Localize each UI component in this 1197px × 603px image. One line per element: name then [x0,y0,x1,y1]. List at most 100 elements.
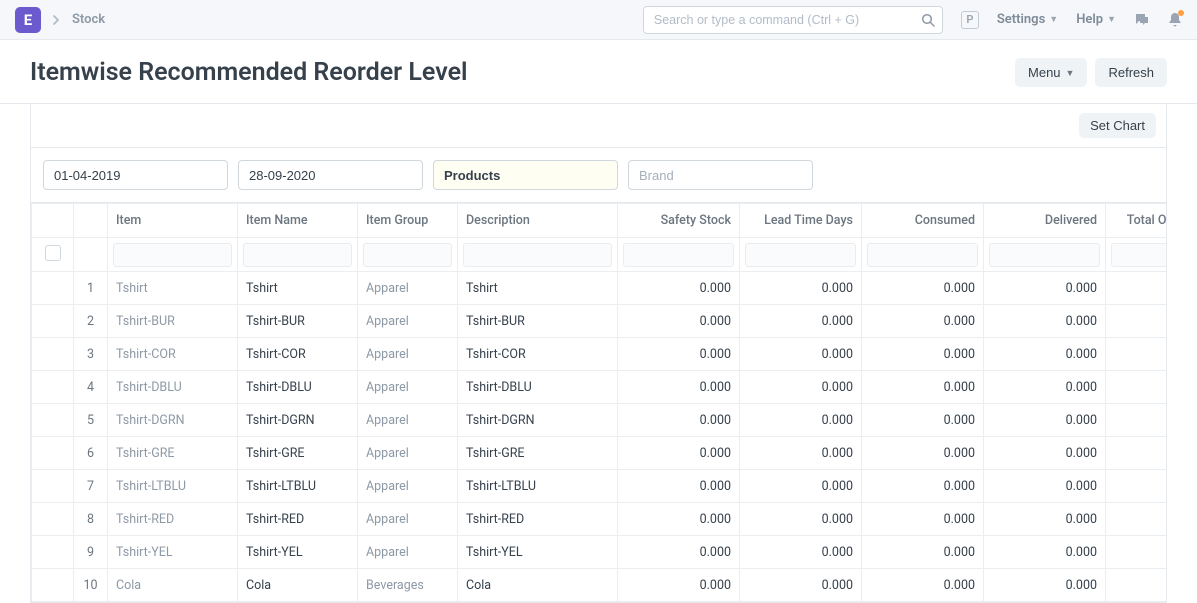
table-row[interactable]: 8Tshirt-REDTshirt-REDApparelTshirt-RED0.… [32,503,1167,536]
col-filter-consumed[interactable] [867,243,978,267]
cell-total-outgoing: 0.00 [1106,272,1167,305]
cell-item[interactable]: Tshirt-DGRN [108,404,238,437]
table-row[interactable]: 4Tshirt-DBLUTshirt-DBLUApparelTshirt-DBL… [32,371,1167,404]
cell-description: Tshirt-COR [458,338,618,371]
cell-safety-stock: 0.000 [618,437,740,470]
col-header-item-group[interactable]: Item Group [358,204,458,238]
row-checkbox-cell[interactable] [32,272,74,305]
cell-item[interactable]: Tshirt-YEL [108,536,238,569]
cell-lead-time-days: 0.000 [740,338,862,371]
row-index: 9 [74,536,108,569]
table-row[interactable]: 9Tshirt-YELTshirt-YELApparelTshirt-YEL0.… [32,536,1167,569]
cell-item[interactable]: Tshirt-BUR [108,305,238,338]
cell-delivered: 0.000 [984,305,1106,338]
row-checkbox-cell[interactable] [32,470,74,503]
row-checkbox-cell[interactable] [32,338,74,371]
table-row[interactable]: 7Tshirt-LTBLUTshirt-LTBLUApparelTshirt-L… [32,470,1167,503]
cell-item-name: Tshirt-YEL [238,536,358,569]
col-filter-delivered[interactable] [989,243,1100,267]
col-header-description[interactable]: Description [458,204,618,238]
brand-input[interactable] [628,160,813,190]
cell-item[interactable]: Tshirt-DBLU [108,371,238,404]
to-date-input[interactable] [238,160,423,190]
cell-item-group[interactable]: Apparel [358,338,458,371]
cell-item-group[interactable]: Apparel [358,305,458,338]
row-index: 1 [74,272,108,305]
menu-button[interactable]: Menu ▼ [1015,58,1087,87]
row-checkbox-cell[interactable] [32,404,74,437]
cell-safety-stock: 0.000 [618,371,740,404]
row-checkbox-cell[interactable] [32,569,74,602]
col-header-total-outgoing[interactable]: Total Outgoing [1106,204,1167,238]
col-filter-item-group[interactable] [363,243,452,267]
search-input[interactable] [643,6,943,34]
table-row[interactable]: 2Tshirt-BURTshirt-BURApparelTshirt-BUR0.… [32,305,1167,338]
caret-down-icon: ▼ [1049,14,1058,25]
col-filter-item[interactable] [113,243,232,267]
page-title: Itemwise Recommended Reorder Level [30,58,468,87]
cell-item-group[interactable]: Apparel [358,536,458,569]
col-filter-description[interactable] [463,243,612,267]
col-header-safety-stock[interactable]: Safety Stock [618,204,740,238]
table-row[interactable]: 5Tshirt-DGRNTshirt-DGRNApparelTshirt-DGR… [32,404,1167,437]
row-index: 4 [74,371,108,404]
cell-item-group[interactable]: Apparel [358,404,458,437]
cell-item[interactable]: Cola [108,569,238,602]
bell-icon[interactable] [1168,12,1182,28]
cell-item-group[interactable]: Apparel [358,272,458,305]
cell-item-group[interactable]: Apparel [358,503,458,536]
row-checkbox-cell[interactable] [32,503,74,536]
from-date-input[interactable] [43,160,228,190]
cell-description: Tshirt [458,272,618,305]
col-filter-safety-stock[interactable] [623,243,734,267]
row-index: 6 [74,437,108,470]
cell-delivered: 0.000 [984,338,1106,371]
cell-item-group[interactable]: Apparel [358,470,458,503]
cell-consumed: 0.000 [862,305,984,338]
cell-item-group[interactable]: Beverages [358,569,458,602]
col-header-consumed[interactable]: Consumed [862,204,984,238]
col-header-item-name[interactable]: Item Name [238,204,358,238]
set-chart-button[interactable]: Set Chart [1079,113,1156,138]
table-row[interactable]: 1TshirtTshirtApparelTshirt0.0000.0000.00… [32,272,1167,305]
table-row[interactable]: 6Tshirt-GRETshirt-GREApparelTshirt-GRE0.… [32,437,1167,470]
cell-safety-stock: 0.000 [618,503,740,536]
settings-menu[interactable]: Settings ▼ [997,12,1058,27]
col-filter-lead-time-days[interactable] [745,243,856,267]
cell-item[interactable]: Tshirt-LTBLU [108,470,238,503]
cell-delivered: 0.000 [984,437,1106,470]
refresh-button[interactable]: Refresh [1095,58,1167,87]
col-header-lead-time-days[interactable]: Lead Time Days [740,204,862,238]
cell-item-group[interactable]: Apparel [358,437,458,470]
cell-item-group[interactable]: Apparel [358,371,458,404]
row-checkbox-cell[interactable] [32,437,74,470]
item-group-input[interactable] [433,160,618,190]
cell-item[interactable]: Tshirt-RED [108,503,238,536]
col-filter-item-name[interactable] [243,243,352,267]
col-header-delivered[interactable]: Delivered [984,204,1106,238]
user-badge[interactable]: P [961,11,979,29]
chat-icon[interactable] [1134,12,1150,28]
cell-lead-time-days: 0.000 [740,371,862,404]
chevron-right-icon [53,15,60,25]
table-row[interactable]: 3Tshirt-CORTshirt-CORApparelTshirt-COR0.… [32,338,1167,371]
cell-item[interactable]: Tshirt-GRE [108,437,238,470]
row-checkbox-cell[interactable] [32,305,74,338]
help-menu[interactable]: Help ▼ [1076,12,1116,27]
row-checkbox-cell[interactable] [32,371,74,404]
app-logo[interactable]: E [15,7,41,33]
cell-item[interactable]: Tshirt [108,272,238,305]
cell-item-name: Tshirt-COR [238,338,358,371]
cell-safety-stock: 0.000 [618,272,740,305]
table-row[interactable]: 10ColaColaBeveragesCola0.0000.0000.0000.… [32,569,1167,602]
col-header-item[interactable]: Item [108,204,238,238]
row-checkbox-cell[interactable] [32,536,74,569]
cell-lead-time-days: 0.000 [740,437,862,470]
cell-item[interactable]: Tshirt-COR [108,338,238,371]
select-all-checkbox[interactable] [45,245,61,261]
breadcrumb-stock[interactable]: Stock [72,12,105,27]
help-label: Help [1076,12,1103,27]
cell-safety-stock: 0.000 [618,569,740,602]
col-filter-total-outgoing[interactable] [1111,243,1166,267]
cell-item-name: Tshirt-DGRN [238,404,358,437]
